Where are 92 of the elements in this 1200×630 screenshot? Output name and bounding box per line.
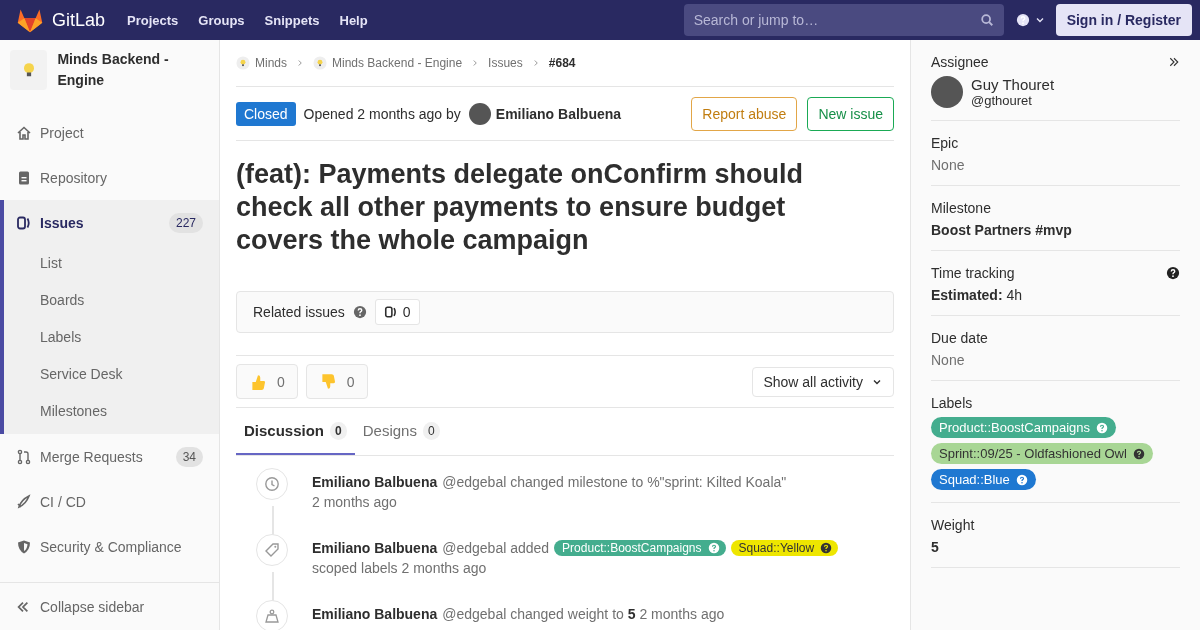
sidebar-item[interactable]: CI / CD (0, 479, 219, 524)
author-name[interactable]: Emiliano Balbuena (312, 606, 438, 622)
sidebar-item[interactable]: Repository (0, 155, 219, 200)
breadcrumb-link[interactable]: #684 (548, 56, 576, 70)
merge-request-icon (16, 448, 32, 465)
section-title: Time tracking (931, 265, 1015, 281)
section-title: Due date (931, 330, 988, 346)
section-value: 5 (931, 539, 940, 555)
section-value: None (931, 157, 966, 173)
related-issues-label: Related issues (253, 304, 345, 320)
issues-icon (383, 305, 398, 319)
issue-title: (feat): Payments delegate onConfirm should check all other payments to ensure budget covers the whole campaign (236, 158, 805, 257)
gitlab-logo[interactable]: GitLab (16, 6, 106, 34)
help-icon (352, 305, 367, 319)
section-title: Assignee (931, 54, 989, 70)
award-button[interactable]: 0 (236, 364, 298, 399)
section-title: Epic (931, 135, 959, 151)
section-title: Labels (931, 395, 973, 411)
tag-icon (264, 542, 280, 558)
count-badge: 0 (422, 421, 440, 440)
related-count-badge: 0 (374, 299, 420, 325)
help-icon (1166, 266, 1180, 280)
clock-icon (264, 476, 280, 492)
sidebar-subitem[interactable]: Milestones (4, 393, 219, 430)
event-text: @edgebal added (442, 540, 550, 556)
count-badge: 0 (330, 421, 347, 440)
sidebar-item[interactable]: Project (0, 110, 219, 155)
section-title: Weight (931, 517, 975, 533)
nav-link[interactable]: Projects (127, 12, 179, 28)
opened-text: Opened 2 months ago by (303, 105, 461, 122)
tab[interactable]: Discussion 0 (236, 408, 355, 455)
nav-link[interactable]: Groups (198, 12, 245, 28)
issues-icon (16, 214, 32, 231)
help-icon (1096, 421, 1109, 434)
lightbulb-icon (236, 56, 250, 70)
breadcrumb-link[interactable]: Minds Backend - Engine (313, 56, 463, 70)
activity-filter-dropdown[interactable]: Show all activity (752, 366, 894, 397)
search-icon (979, 13, 994, 27)
breadcrumb-link[interactable]: Issues (488, 56, 523, 70)
section-title: Milestone (931, 200, 991, 216)
project-name[interactable]: Minds Backend - Engine (57, 49, 209, 91)
double-chevron-right-icon (1168, 56, 1180, 68)
search-field[interactable]: Search or jump to… (683, 4, 1004, 36)
event-text: @edgebal changed milestone to %"sprint: Kilted Koala" (442, 474, 787, 490)
document-icon (16, 169, 32, 186)
time-estimate-text: Estimated: 4h (931, 287, 1024, 303)
sidebar-subitem[interactable]: Service Desk (4, 356, 219, 393)
new-issue-button[interactable]: New issue (807, 96, 894, 131)
section-value: Boost Partners #mvp (931, 222, 1073, 238)
section-value: None (931, 352, 966, 368)
author-link[interactable]: Emiliano Balbuena (468, 102, 622, 125)
report-abuse-button[interactable]: Report abuse (691, 96, 798, 131)
nav-link[interactable]: Help (339, 12, 368, 28)
sidebar-item[interactable]: Security & Compliance (0, 524, 219, 569)
assignee-username: @gthouret (971, 93, 1033, 108)
scoped-label[interactable]: Squad::Blue (931, 469, 1036, 490)
tab[interactable]: Designs 0 (354, 408, 448, 455)
help-icon (1015, 473, 1028, 486)
author-name[interactable]: Emiliano Balbuena (312, 540, 438, 556)
issue-status-badge: Closed (236, 101, 296, 126)
sidebar-item[interactable]: Merge Requests 34 (0, 434, 219, 479)
scoped-label[interactable]: Sprint::09/25 - Oldfashioned Owl (931, 443, 1153, 464)
logo-text: GitLab (52, 9, 106, 31)
help-icon (707, 542, 720, 554)
avatar-photo-placeholder (931, 76, 963, 108)
sign-in-button[interactable]: Sign in / Register (1055, 4, 1192, 36)
sidebar-subitem[interactable]: Labels (4, 319, 219, 356)
shield-icon (16, 538, 32, 555)
lightbulb-icon (313, 56, 327, 70)
help-menu-button[interactable] (1015, 13, 1046, 27)
sidebar-subitem[interactable]: Boards (4, 282, 219, 319)
event-time: 2 months ago (312, 494, 398, 510)
help-icon (1132, 447, 1145, 460)
assignee-name[interactable]: Guy Thouret (971, 76, 1055, 93)
award-button[interactable]: 0 (305, 364, 368, 399)
home-icon (16, 124, 32, 141)
weight-icon (264, 608, 280, 624)
help-icon (1015, 13, 1030, 27)
help-icon (820, 542, 833, 554)
sidebar-item[interactable]: Issues 227 (4, 200, 219, 245)
avatar-photo-placeholder (468, 102, 491, 125)
sidebar-subitem[interactable]: List (4, 245, 219, 282)
breadcrumb-link[interactable]: Minds (236, 56, 287, 70)
author-name[interactable]: Emiliano Balbuena (312, 474, 438, 490)
double-chevron-left-icon (16, 599, 30, 614)
thumbs-up-icon (249, 372, 267, 391)
count-badge: 227 (168, 212, 203, 233)
count-badge: 34 (175, 446, 203, 467)
scoped-label[interactable]: Squad::Yellow (730, 540, 839, 556)
event-text: @edgebal changed weight to 5 2 months ago (442, 606, 725, 622)
nav-link[interactable]: Snippets (264, 12, 320, 28)
event-time: scoped labels 2 months ago (312, 560, 488, 576)
